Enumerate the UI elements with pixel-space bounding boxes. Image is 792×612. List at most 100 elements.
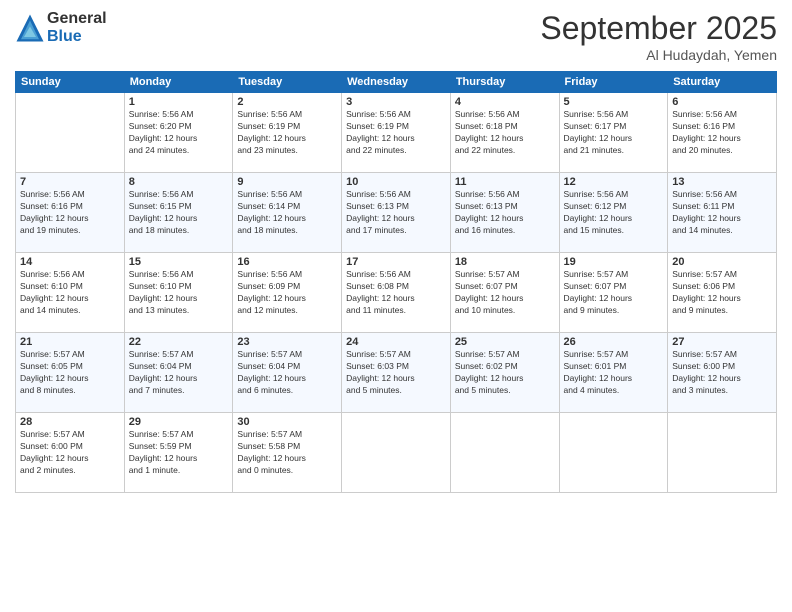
day-number: 25 <box>455 336 555 348</box>
day-number: 26 <box>564 336 664 348</box>
day-number: 29 <box>129 416 229 428</box>
calendar-week-3: 14Sunrise: 5:56 AM Sunset: 6:10 PM Dayli… <box>16 253 777 333</box>
calendar-cell: 20Sunrise: 5:57 AM Sunset: 6:06 PM Dayli… <box>668 253 777 333</box>
calendar-week-4: 21Sunrise: 5:57 AM Sunset: 6:05 PM Dayli… <box>16 333 777 413</box>
day-info: Sunrise: 5:56 AM Sunset: 6:16 PM Dayligh… <box>20 189 120 237</box>
logo-icon <box>15 13 45 43</box>
calendar-cell: 6Sunrise: 5:56 AM Sunset: 6:16 PM Daylig… <box>668 93 777 173</box>
day-number: 15 <box>129 256 229 268</box>
day-info: Sunrise: 5:56 AM Sunset: 6:09 PM Dayligh… <box>237 269 337 317</box>
col-tuesday: Tuesday <box>233 72 342 93</box>
calendar-cell: 27Sunrise: 5:57 AM Sunset: 6:00 PM Dayli… <box>668 333 777 413</box>
day-number: 13 <box>672 176 772 188</box>
day-number: 20 <box>672 256 772 268</box>
day-number: 28 <box>20 416 120 428</box>
calendar-week-1: 1Sunrise: 5:56 AM Sunset: 6:20 PM Daylig… <box>16 93 777 173</box>
day-info: Sunrise: 5:56 AM Sunset: 6:13 PM Dayligh… <box>346 189 446 237</box>
day-info: Sunrise: 5:57 AM Sunset: 6:00 PM Dayligh… <box>20 429 120 477</box>
calendar-cell: 7Sunrise: 5:56 AM Sunset: 6:16 PM Daylig… <box>16 173 125 253</box>
col-sunday: Sunday <box>16 72 125 93</box>
calendar-cell: 17Sunrise: 5:56 AM Sunset: 6:08 PM Dayli… <box>342 253 451 333</box>
calendar-cell <box>668 413 777 493</box>
calendar-cell: 3Sunrise: 5:56 AM Sunset: 6:19 PM Daylig… <box>342 93 451 173</box>
day-info: Sunrise: 5:57 AM Sunset: 6:07 PM Dayligh… <box>564 269 664 317</box>
calendar-cell: 26Sunrise: 5:57 AM Sunset: 6:01 PM Dayli… <box>559 333 668 413</box>
day-number: 9 <box>237 176 337 188</box>
day-info: Sunrise: 5:57 AM Sunset: 6:07 PM Dayligh… <box>455 269 555 317</box>
day-info: Sunrise: 5:57 AM Sunset: 6:04 PM Dayligh… <box>237 349 337 397</box>
day-info: Sunrise: 5:57 AM Sunset: 5:59 PM Dayligh… <box>129 429 229 477</box>
day-number: 5 <box>564 96 664 108</box>
day-number: 8 <box>129 176 229 188</box>
day-number: 19 <box>564 256 664 268</box>
calendar-cell: 21Sunrise: 5:57 AM Sunset: 6:05 PM Dayli… <box>16 333 125 413</box>
day-number: 11 <box>455 176 555 188</box>
day-info: Sunrise: 5:56 AM Sunset: 6:08 PM Dayligh… <box>346 269 446 317</box>
day-info: Sunrise: 5:57 AM Sunset: 6:04 PM Dayligh… <box>129 349 229 397</box>
calendar-cell: 13Sunrise: 5:56 AM Sunset: 6:11 PM Dayli… <box>668 173 777 253</box>
calendar-table: Sunday Monday Tuesday Wednesday Thursday… <box>15 71 777 493</box>
calendar-cell: 30Sunrise: 5:57 AM Sunset: 5:58 PM Dayli… <box>233 413 342 493</box>
day-number: 2 <box>237 96 337 108</box>
col-wednesday: Wednesday <box>342 72 451 93</box>
day-number: 7 <box>20 176 120 188</box>
calendar-cell <box>16 93 125 173</box>
col-monday: Monday <box>124 72 233 93</box>
day-info: Sunrise: 5:57 AM Sunset: 6:06 PM Dayligh… <box>672 269 772 317</box>
day-number: 23 <box>237 336 337 348</box>
calendar-header-row: Sunday Monday Tuesday Wednesday Thursday… <box>16 72 777 93</box>
calendar-cell: 28Sunrise: 5:57 AM Sunset: 6:00 PM Dayli… <box>16 413 125 493</box>
day-number: 24 <box>346 336 446 348</box>
col-friday: Friday <box>559 72 668 93</box>
day-number: 30 <box>237 416 337 428</box>
day-info: Sunrise: 5:56 AM Sunset: 6:14 PM Dayligh… <box>237 189 337 237</box>
calendar-cell: 2Sunrise: 5:56 AM Sunset: 6:19 PM Daylig… <box>233 93 342 173</box>
calendar-week-5: 28Sunrise: 5:57 AM Sunset: 6:00 PM Dayli… <box>16 413 777 493</box>
day-number: 18 <box>455 256 555 268</box>
calendar-week-2: 7Sunrise: 5:56 AM Sunset: 6:16 PM Daylig… <box>16 173 777 253</box>
day-info: Sunrise: 5:57 AM Sunset: 6:02 PM Dayligh… <box>455 349 555 397</box>
logo: General Blue <box>15 10 107 45</box>
calendar-cell: 23Sunrise: 5:57 AM Sunset: 6:04 PM Dayli… <box>233 333 342 413</box>
calendar-cell <box>450 413 559 493</box>
day-info: Sunrise: 5:57 AM Sunset: 6:03 PM Dayligh… <box>346 349 446 397</box>
calendar-cell: 29Sunrise: 5:57 AM Sunset: 5:59 PM Dayli… <box>124 413 233 493</box>
col-thursday: Thursday <box>450 72 559 93</box>
calendar-cell: 12Sunrise: 5:56 AM Sunset: 6:12 PM Dayli… <box>559 173 668 253</box>
day-info: Sunrise: 5:56 AM Sunset: 6:16 PM Dayligh… <box>672 109 772 157</box>
calendar-cell: 15Sunrise: 5:56 AM Sunset: 6:10 PM Dayli… <box>124 253 233 333</box>
day-info: Sunrise: 5:57 AM Sunset: 5:58 PM Dayligh… <box>237 429 337 477</box>
logo-general-text: General <box>47 10 107 28</box>
calendar-cell: 14Sunrise: 5:56 AM Sunset: 6:10 PM Dayli… <box>16 253 125 333</box>
day-number: 3 <box>346 96 446 108</box>
calendar-cell: 25Sunrise: 5:57 AM Sunset: 6:02 PM Dayli… <box>450 333 559 413</box>
calendar-cell: 19Sunrise: 5:57 AM Sunset: 6:07 PM Dayli… <box>559 253 668 333</box>
day-info: Sunrise: 5:56 AM Sunset: 6:13 PM Dayligh… <box>455 189 555 237</box>
day-number: 22 <box>129 336 229 348</box>
day-info: Sunrise: 5:56 AM Sunset: 6:19 PM Dayligh… <box>237 109 337 157</box>
day-info: Sunrise: 5:56 AM Sunset: 6:15 PM Dayligh… <box>129 189 229 237</box>
day-info: Sunrise: 5:56 AM Sunset: 6:19 PM Dayligh… <box>346 109 446 157</box>
location: Al Hudaydah, Yemen <box>540 47 777 63</box>
calendar-cell: 10Sunrise: 5:56 AM Sunset: 6:13 PM Dayli… <box>342 173 451 253</box>
calendar-cell: 5Sunrise: 5:56 AM Sunset: 6:17 PM Daylig… <box>559 93 668 173</box>
day-info: Sunrise: 5:56 AM Sunset: 6:17 PM Dayligh… <box>564 109 664 157</box>
day-number: 17 <box>346 256 446 268</box>
col-saturday: Saturday <box>668 72 777 93</box>
day-info: Sunrise: 5:56 AM Sunset: 6:11 PM Dayligh… <box>672 189 772 237</box>
calendar-cell: 4Sunrise: 5:56 AM Sunset: 6:18 PM Daylig… <box>450 93 559 173</box>
day-number: 6 <box>672 96 772 108</box>
calendar-cell <box>559 413 668 493</box>
day-info: Sunrise: 5:57 AM Sunset: 6:00 PM Dayligh… <box>672 349 772 397</box>
calendar-cell: 11Sunrise: 5:56 AM Sunset: 6:13 PM Dayli… <box>450 173 559 253</box>
day-info: Sunrise: 5:56 AM Sunset: 6:18 PM Dayligh… <box>455 109 555 157</box>
day-number: 16 <box>237 256 337 268</box>
calendar-cell: 24Sunrise: 5:57 AM Sunset: 6:03 PM Dayli… <box>342 333 451 413</box>
day-number: 1 <box>129 96 229 108</box>
day-number: 10 <box>346 176 446 188</box>
logo-blue-text: Blue <box>47 28 107 46</box>
day-number: 14 <box>20 256 120 268</box>
day-info: Sunrise: 5:56 AM Sunset: 6:12 PM Dayligh… <box>564 189 664 237</box>
day-number: 21 <box>20 336 120 348</box>
day-number: 12 <box>564 176 664 188</box>
